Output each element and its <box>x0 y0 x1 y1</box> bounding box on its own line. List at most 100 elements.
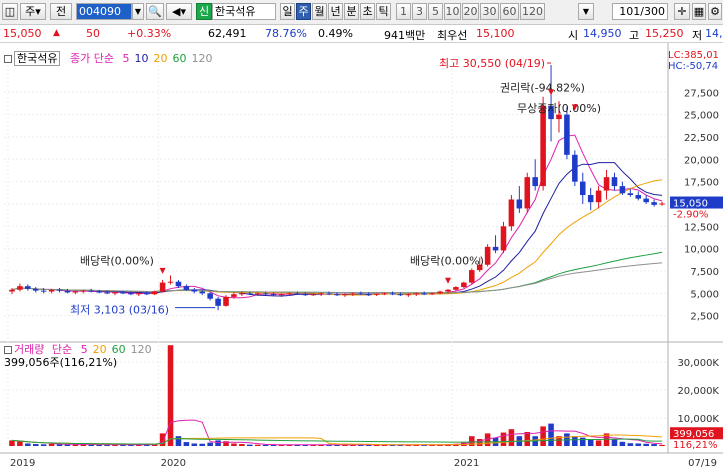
tab-number-5[interactable]: 5 <box>428 3 443 20</box>
candle-body <box>167 281 174 283</box>
tab-number-120[interactable]: 120 <box>520 3 545 20</box>
tab-number-30[interactable]: 30 <box>480 3 499 20</box>
candle-body <box>128 293 134 295</box>
volume-bar <box>17 441 23 446</box>
tab-number-60[interactable]: 60 <box>500 3 519 20</box>
candle-body <box>397 294 404 296</box>
candle-body <box>413 293 420 295</box>
legend-box-icon <box>4 55 12 63</box>
volume-bar <box>215 440 221 446</box>
volume-bar <box>9 440 15 446</box>
market-select[interactable]: 주▾ <box>20 3 46 20</box>
volume-value: 62,491 <box>208 27 247 40</box>
candle-body <box>532 177 538 187</box>
candle-body <box>199 291 206 294</box>
candle-body <box>405 294 412 296</box>
volume-tick-label: 20,000K <box>677 386 719 397</box>
price-tick-label: 22,500 <box>684 133 719 144</box>
candle-body <box>104 292 110 294</box>
chart-type-icon[interactable]: ◫ <box>2 3 18 20</box>
prev-button[interactable]: 전 <box>50 3 72 20</box>
candle-body <box>9 289 15 292</box>
toolbar: ◫ 주▾ 전 004090 ▼ 🔍 ◀▾ 신 한국석유 일주월년분초틱 1351… <box>0 0 723 25</box>
price-volume-chart[interactable]: 2,5005,0007,50010,00012,50015,00017,5002… <box>0 43 723 470</box>
volume-tick-label: 10,000K <box>677 414 719 425</box>
legend-box-icon <box>4 346 12 354</box>
tab-period-4[interactable]: 분 <box>344 3 359 20</box>
candle-body <box>25 286 31 289</box>
legend-volume-label: 거래량 <box>14 343 45 356</box>
candle-body <box>484 246 491 265</box>
code-dropdown-icon[interactable]: ▼ <box>132 3 144 20</box>
candle-body <box>421 293 427 295</box>
legend-ma-60: 60 <box>172 52 187 65</box>
price-tick-label: 20,000 <box>684 155 719 166</box>
page-counter: 101/300 <box>612 3 668 20</box>
volume-bar <box>64 444 71 446</box>
high-price: 15,250 <box>645 27 684 40</box>
candle-body <box>88 290 95 292</box>
grid-icon[interactable]: ▦ <box>692 3 706 20</box>
candle-body <box>143 293 150 295</box>
price-change: 50 <box>86 27 100 40</box>
tab-period-1[interactable]: 주 <box>296 3 311 20</box>
candle-body <box>175 281 182 287</box>
volume-bar <box>40 444 47 446</box>
settings-icon[interactable]: ⚙ <box>708 3 722 20</box>
candle-body <box>151 291 158 295</box>
year-label: 2019 <box>10 458 35 469</box>
legend-stock-name: 한국석유 <box>14 51 61 66</box>
candle-body <box>524 177 531 209</box>
tab-period-0[interactable]: 일 <box>280 3 295 20</box>
candle-body <box>247 293 253 295</box>
legend-vol-ma-label: 단순 <box>51 343 73 356</box>
candle-body <box>572 154 578 182</box>
dividend-annotation-1: 배당락(0.00%) <box>80 255 154 268</box>
price-tick-label: 10,000 <box>684 245 719 256</box>
candle-body <box>334 294 340 296</box>
tab-period-5[interactable]: 초 <box>360 3 375 20</box>
price-tick-label: 17,500 <box>684 178 719 189</box>
tab-number-20[interactable]: 20 <box>462 3 479 20</box>
candle-body <box>254 293 261 295</box>
candle-body <box>492 246 499 251</box>
tab-number-10[interactable]: 10 <box>444 3 461 20</box>
candle-body <box>564 114 570 155</box>
legend-price-label: 종가 단순 <box>69 52 114 65</box>
candle-body <box>381 293 388 295</box>
legend-ma-120: 120 <box>191 52 213 65</box>
tab-period-3[interactable]: 년 <box>328 3 343 20</box>
tab-number-1[interactable]: 1 <box>396 3 411 20</box>
price-tick-label: 25,000 <box>684 111 719 122</box>
volume-bar <box>191 443 198 446</box>
tab-period-6[interactable]: 틱 <box>376 3 391 20</box>
candle-body <box>40 290 47 292</box>
volume-bar <box>524 432 531 446</box>
volume-bar <box>508 429 515 446</box>
candle-body <box>373 293 380 295</box>
volume-bar <box>540 426 546 446</box>
candle-body <box>556 114 562 120</box>
candle-body <box>342 294 348 296</box>
sound-icon[interactable]: ◀▾ <box>166 3 192 20</box>
tab-number-3[interactable]: 3 <box>412 3 427 20</box>
volume-bar <box>619 441 626 446</box>
candle-body <box>461 282 467 288</box>
candle-body <box>223 296 229 306</box>
search-icon[interactable]: 🔍 <box>146 3 164 20</box>
up-arrow-icon: ▲ <box>53 28 60 38</box>
market-label: 주 <box>25 5 36 18</box>
price-tick-label: 5,000 <box>690 289 719 300</box>
best-ask: 15,100 <box>476 27 515 40</box>
price-tick-label: 7,500 <box>690 267 719 278</box>
volume-bar <box>635 443 642 446</box>
volume-bar <box>25 443 31 446</box>
candle-body <box>262 293 269 295</box>
tab-period-2[interactable]: 월 <box>312 3 327 20</box>
legend-vol-ma-120: 120 <box>130 343 152 356</box>
price-legend: 한국석유 종가 단순 5 10 20 60 120 <box>4 51 213 66</box>
stock-code-input[interactable]: 004090 <box>76 3 132 20</box>
crosshair-icon[interactable]: ✛ <box>674 3 690 20</box>
candle-body <box>595 190 602 203</box>
number-dropdown-icon[interactable]: ▼ <box>578 3 594 20</box>
